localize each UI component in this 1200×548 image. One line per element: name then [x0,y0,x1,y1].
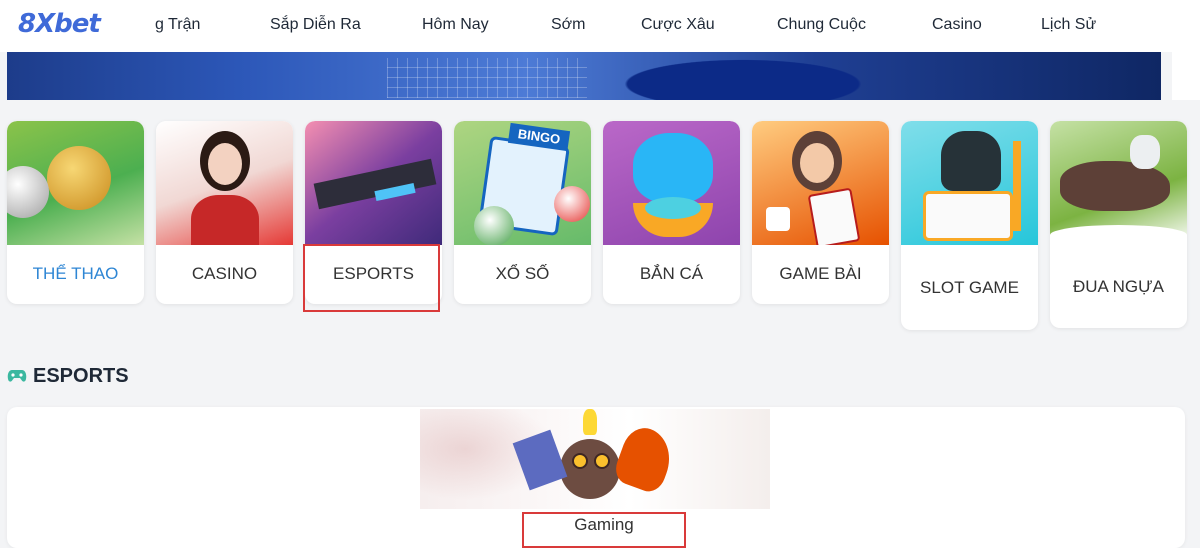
category-slot-game[interactable]: SLOT GAME [901,121,1038,330]
nav-item-history[interactable]: Lịch Sử [1041,16,1096,34]
nav-item-parlay[interactable]: Cược Xâu [641,16,715,34]
promo-banner[interactable] [7,52,1161,100]
category-label: THỂ THAO [32,263,119,283]
horse-racing-icon [1050,121,1187,245]
category-label: SLOT GAME [920,277,1019,297]
nav-item-upcoming[interactable]: Sắp Diễn Ra [270,16,361,34]
slot-machine-icon [901,121,1038,245]
gaming-highlight-box [522,512,686,548]
soccer-trophy-icon [7,121,144,245]
category-label: ĐUA NGỰA [1072,276,1165,296]
category-sports[interactable]: THỂ THAO [7,121,144,304]
category-label: BẮN CÁ [639,263,704,283]
banner-side-strip [1172,52,1200,100]
main-nav: g Trận Sắp Diễn Ra Hôm Nay Sớm Cược Xâu … [150,0,1200,52]
top-header: 8Xbet g Trận Sắp Diễn Ra Hôm Nay Sớm Cượ… [0,0,1200,52]
shark-fishing-icon [603,121,740,245]
gaming-character-icon[interactable] [420,409,770,509]
category-label: CASINO [191,263,258,283]
nav-item-outright[interactable]: Chung Cuộc [777,16,866,34]
category-tiles: THỂ THAO CASINO ESPORTS BINGO XỔ SỐ BẮN … [7,121,1200,331]
casino-dealer-icon [156,121,293,245]
esports-warrior-icon [305,121,442,245]
nav-item-casino[interactable]: Casino [932,16,982,34]
goal-net-graphic [387,58,587,98]
bingo-lottery-icon: BINGO [454,121,591,245]
mahjong-dice-icon [752,121,889,245]
category-fishing[interactable]: BẮN CÁ [603,121,740,304]
category-label: GAME BÀI [779,263,862,283]
player-graphic [607,52,947,100]
esports-highlight-box [303,244,440,312]
nav-item-early[interactable]: Sớm [551,16,586,34]
category-horse-racing[interactable]: ĐUA NGỰA [1050,121,1187,328]
brand-logo[interactable]: 8Xbet [18,9,101,39]
nav-item-live-matches[interactable]: g Trận [155,16,200,34]
category-card-games[interactable]: GAME BÀI [752,121,889,304]
category-lottery[interactable]: BINGO XỔ SỐ [454,121,591,304]
gamepad-icon [7,370,27,382]
nav-item-today[interactable]: Hôm Nay [422,16,489,34]
category-label: XỔ SỐ [495,263,550,283]
section-header: ESPORTS [7,364,129,388]
category-casino[interactable]: CASINO [156,121,293,304]
section-title: ESPORTS [33,364,129,387]
